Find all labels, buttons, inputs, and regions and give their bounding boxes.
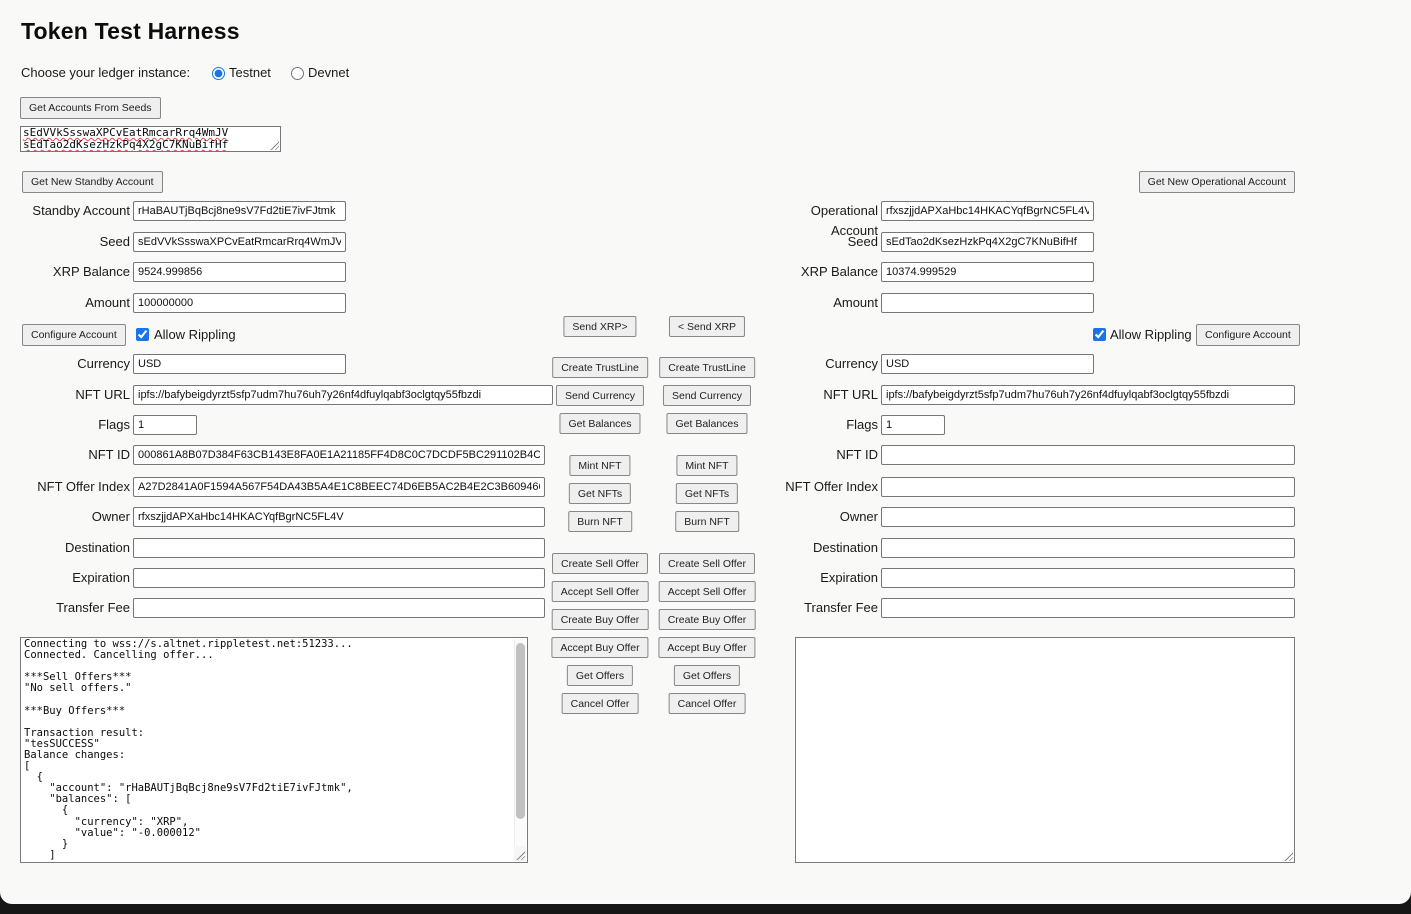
standby-results-resize-corner[interactable]: [514, 846, 526, 861]
operational-accept-buy-offer-button[interactable]: Accept Buy Offer: [658, 637, 755, 658]
get-accounts-from-seeds-button[interactable]: Get Accounts From Seeds: [20, 97, 161, 119]
operational-xrp-balance-row: XRP Balance: [0, 262, 1411, 282]
operational-nft-id-row: NFT ID: [0, 445, 1411, 465]
operational-expiration-input[interactable]: [881, 568, 1295, 588]
operational-amount-row: Amount: [0, 293, 1411, 313]
operational-results-resize-handle[interactable]: [1283, 851, 1293, 861]
operational-destination-row: Destination: [0, 538, 1411, 558]
standby-cancel-offer-button[interactable]: Cancel Offer: [562, 693, 639, 714]
operational-account-row: Operational Account: [0, 201, 1411, 221]
operational-transfer-fee-row: Transfer Fee: [0, 598, 1411, 618]
operational-xrp-balance-label: XRP Balance: [761, 262, 878, 282]
operational-nft-offer-index-input[interactable]: [881, 477, 1295, 497]
standby-results-textarea[interactable]: Connecting to wss://s.altnet.rippletest.…: [20, 637, 528, 863]
standby-get-offers-button[interactable]: Get Offers: [567, 665, 633, 686]
ledger-instance-label: Choose your ledger instance:: [21, 65, 190, 80]
standby-configure-account-button[interactable]: Configure Account: [22, 324, 126, 346]
operational-expiration-row: Expiration: [0, 568, 1411, 588]
operational-expiration-label: Expiration: [761, 568, 878, 588]
operational-amount-input[interactable]: [881, 293, 1094, 313]
testnet-radio-label: Testnet: [229, 65, 271, 80]
operational-send-xrp-button[interactable]: < Send XRP: [669, 316, 745, 337]
standby-allow-rippling-label: Allow Rippling: [154, 327, 236, 342]
operational-seed-row: Seed: [0, 232, 1411, 252]
operational-flags-label: Flags: [761, 415, 878, 435]
get-new-operational-account-button[interactable]: Get New Operational Account: [1139, 171, 1295, 193]
operational-flags-input[interactable]: [881, 415, 945, 435]
standby-results-resize-handle[interactable]: [515, 850, 525, 860]
operational-nft-url-input[interactable]: [881, 385, 1295, 405]
operational-seed-label: Seed: [761, 232, 878, 252]
operational-xrp-balance-input[interactable]: [881, 262, 1094, 282]
operational-amount-label: Amount: [761, 293, 878, 313]
standby-results-scrollbar[interactable]: [514, 639, 526, 846]
operational-account-input[interactable]: [881, 201, 1094, 221]
page-title: Token Test Harness: [21, 18, 240, 45]
operational-nft-offer-index-row: NFT Offer Index: [0, 477, 1411, 497]
operational-allow-rippling-checkbox[interactable]: [1093, 328, 1106, 341]
standby-send-xrp-button[interactable]: Send XRP>: [563, 316, 636, 337]
standby-results-scrollbar-thumb[interactable]: [516, 643, 525, 819]
operational-nft-id-label: NFT ID: [761, 445, 878, 465]
operational-get-offers-button[interactable]: Get Offers: [674, 665, 740, 686]
operational-nft-url-label: NFT URL: [761, 385, 878, 405]
operational-results-textarea[interactable]: [795, 637, 1295, 863]
operational-cancel-offer-button[interactable]: Cancel Offer: [669, 693, 746, 714]
standby-accept-buy-offer-button[interactable]: Accept Buy Offer: [551, 637, 648, 658]
operational-owner-row: Owner: [0, 507, 1411, 527]
devnet-radio[interactable]: [291, 67, 304, 80]
operational-configure-account-button[interactable]: Configure Account: [1196, 324, 1300, 346]
operational-nft-url-row: NFT URL: [0, 385, 1411, 405]
token-test-harness-page: Token Test Harness Choose your ledger in…: [0, 0, 1411, 904]
operational-allow-rippling-label: Allow Rippling: [1110, 327, 1192, 342]
operational-currency-row: Currency: [0, 354, 1411, 374]
get-new-standby-account-button[interactable]: Get New Standby Account: [22, 171, 163, 193]
standby-results-text: Connecting to wss://s.altnet.rippletest.…: [24, 639, 512, 861]
standby-allow-rippling-checkbox[interactable]: [136, 328, 149, 341]
operational-owner-label: Owner: [761, 507, 878, 527]
operational-transfer-fee-label: Transfer Fee: [761, 598, 878, 618]
testnet-radio[interactable]: [212, 67, 225, 80]
devnet-radio-label: Devnet: [308, 65, 349, 80]
seeds-textarea[interactable]: sEdVVkSsswaXPCvEatRmcarRrq4WmJV sEdTao2d…: [20, 126, 281, 152]
operational-currency-label: Currency: [761, 354, 878, 374]
operational-nft-id-input[interactable]: [881, 445, 1295, 465]
operational-owner-input[interactable]: [881, 507, 1295, 527]
operational-seed-input[interactable]: [881, 232, 1094, 252]
operational-flags-row: Flags: [0, 415, 1411, 435]
operational-currency-input[interactable]: [881, 354, 1094, 374]
operational-nft-offer-index-label: NFT Offer Index: [761, 477, 878, 497]
operational-transfer-fee-input[interactable]: [881, 598, 1295, 618]
seed-line: sEdTao2dKsezHzkPq4X2gC7KNuBifHf: [23, 139, 278, 151]
operational-destination-label: Destination: [761, 538, 878, 558]
operational-destination-input[interactable]: [881, 538, 1295, 558]
